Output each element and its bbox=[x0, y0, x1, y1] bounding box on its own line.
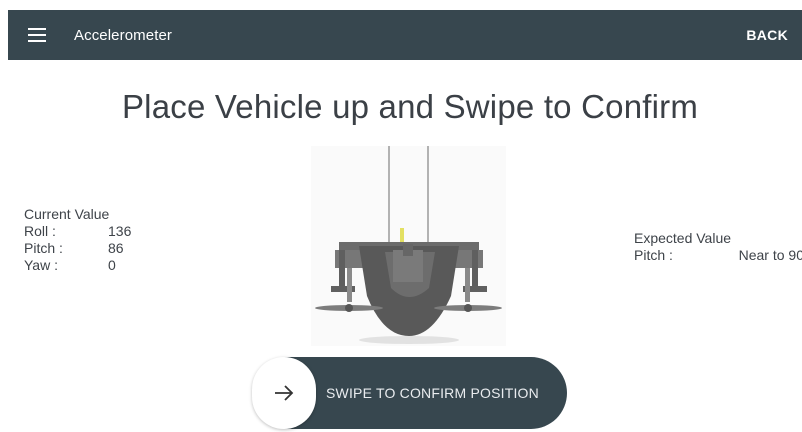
expected-pitch-value: Near to 90 bbox=[738, 247, 802, 263]
swipe-to-confirm-slider[interactable]: SWIPE TO CONFIRM POSITION bbox=[252, 357, 567, 429]
yaw-label: Yaw : bbox=[24, 257, 58, 273]
expected-pitch-label: Pitch : bbox=[634, 247, 673, 263]
swipe-handle[interactable] bbox=[252, 357, 316, 429]
current-value-panel: Current Value Roll : 136 Pitch : 86 Yaw … bbox=[24, 206, 131, 274]
menu-button[interactable] bbox=[12, 10, 62, 60]
expected-value-row-pitch: Pitch : Near to 90 bbox=[634, 247, 802, 264]
swipe-label: SWIPE TO CONFIRM POSITION bbox=[326, 385, 539, 401]
current-value-row-pitch: Pitch : 86 bbox=[24, 240, 131, 257]
arrow-right-icon bbox=[275, 385, 294, 401]
expected-value-title: Expected Value bbox=[634, 230, 732, 246]
app-bar: Accelerometer BACK bbox=[8, 10, 802, 60]
roll-label: Roll : bbox=[24, 223, 56, 239]
pitch-value: 86 bbox=[108, 240, 124, 256]
page-title: Place Vehicle up and Swipe to Confirm bbox=[121, 88, 699, 125]
current-value-row-roll: Roll : 136 bbox=[24, 223, 131, 240]
current-value-row-yaw: Yaw : 0 bbox=[24, 257, 131, 274]
hamburger-menu-icon bbox=[28, 28, 46, 42]
app-bar-title: Accelerometer bbox=[74, 26, 173, 44]
roll-value: 136 bbox=[108, 223, 132, 239]
expected-value-panel: Expected Value Pitch : Near to 90 bbox=[634, 230, 802, 264]
current-value-title: Current Value bbox=[24, 206, 110, 222]
yaw-value: 0 bbox=[108, 257, 116, 273]
pitch-label: Pitch : bbox=[24, 240, 63, 256]
back-button[interactable]: BACK bbox=[746, 10, 788, 60]
vehicle-image bbox=[311, 146, 506, 346]
